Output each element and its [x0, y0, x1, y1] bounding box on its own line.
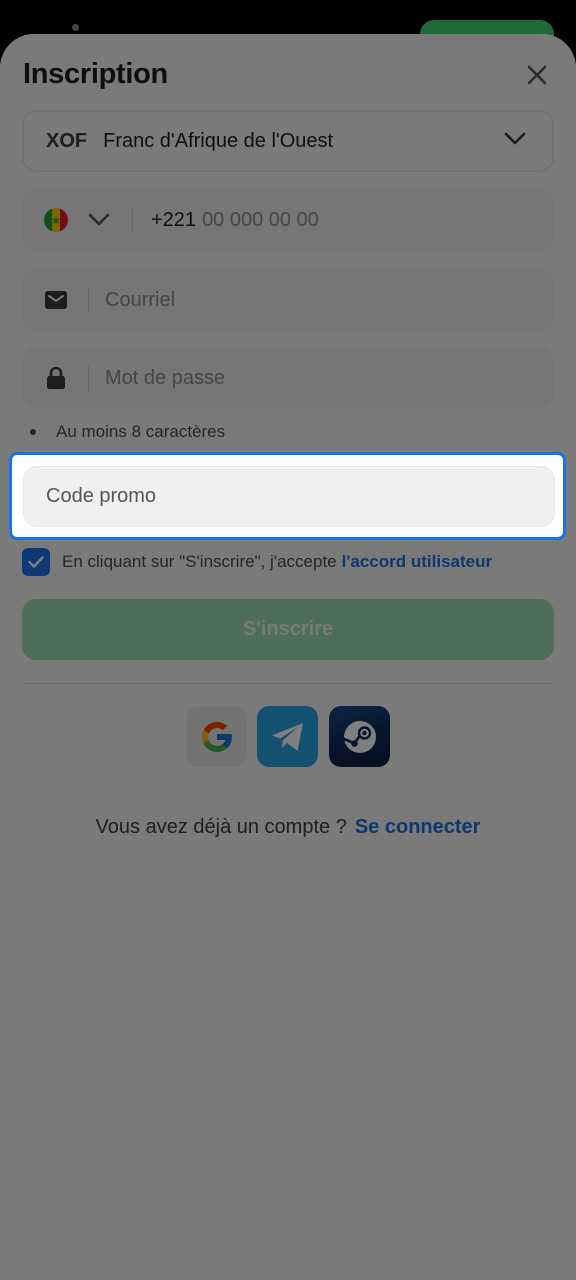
promo-code-field[interactable]	[23, 466, 555, 527]
senegal-flag-icon	[44, 208, 68, 232]
promo-code-input[interactable]	[46, 485, 526, 508]
divider	[88, 286, 89, 314]
google-login-button[interactable]	[186, 706, 247, 767]
login-link[interactable]: Se connecter	[355, 816, 481, 838]
currency-name: Franc d'Afrique de l'Ouest	[103, 129, 334, 152]
steam-login-button[interactable]	[329, 706, 390, 767]
registration-sheet: Inscription XOF Franc d'Afrique de l'Oue…	[0, 34, 576, 1280]
divider	[132, 206, 133, 234]
divider	[88, 364, 89, 392]
user-agreement-link[interactable]: l'accord utilisateur	[342, 552, 492, 572]
agreement-checkbox[interactable]	[22, 548, 50, 576]
envelope-icon	[44, 288, 68, 312]
agreement-row: En cliquant sur "S'inscrire", j'accepte …	[22, 548, 492, 576]
phone-field[interactable]: +221 00 000 00 00	[22, 189, 554, 251]
password-hint: Au moins 8 caractères	[30, 422, 225, 442]
steam-icon	[342, 720, 376, 753]
currency-code: XOF	[46, 129, 88, 152]
login-prompt-text: Vous avez déjà un compte ?	[95, 816, 347, 838]
close-icon	[527, 65, 547, 85]
country-chevron-down-icon[interactable]	[88, 213, 110, 227]
check-icon	[28, 556, 44, 568]
bullet	[30, 429, 36, 435]
phone-input[interactable]: 00 000 00 00	[202, 209, 319, 232]
password-field[interactable]: Mot de passe	[22, 347, 554, 409]
agreement-text: En cliquant sur "S'inscrire", j'accepte	[62, 552, 337, 571]
signup-button[interactable]: S'inscrire	[22, 599, 554, 660]
section-divider	[22, 683, 554, 684]
promo-code-highlight	[9, 452, 566, 540]
page-title: Inscription	[23, 58, 168, 90]
chevron-down-icon	[504, 132, 526, 145]
google-icon	[201, 721, 232, 752]
login-prompt: Vous avez déjà un compte ? Se connecter	[0, 816, 576, 839]
email-input[interactable]: Courriel	[105, 289, 175, 312]
close-button[interactable]	[520, 58, 554, 92]
password-input[interactable]: Mot de passe	[105, 367, 225, 390]
email-field[interactable]: Courriel	[22, 269, 554, 331]
camera-dot	[72, 24, 79, 31]
password-hint-text: Au moins 8 caractères	[56, 422, 226, 441]
phone-prefix: +221	[151, 208, 197, 231]
lock-icon	[44, 366, 68, 390]
currency-select[interactable]: XOF Franc d'Afrique de l'Ouest	[22, 110, 554, 172]
telegram-login-button[interactable]	[257, 706, 318, 767]
telegram-icon	[271, 722, 303, 751]
